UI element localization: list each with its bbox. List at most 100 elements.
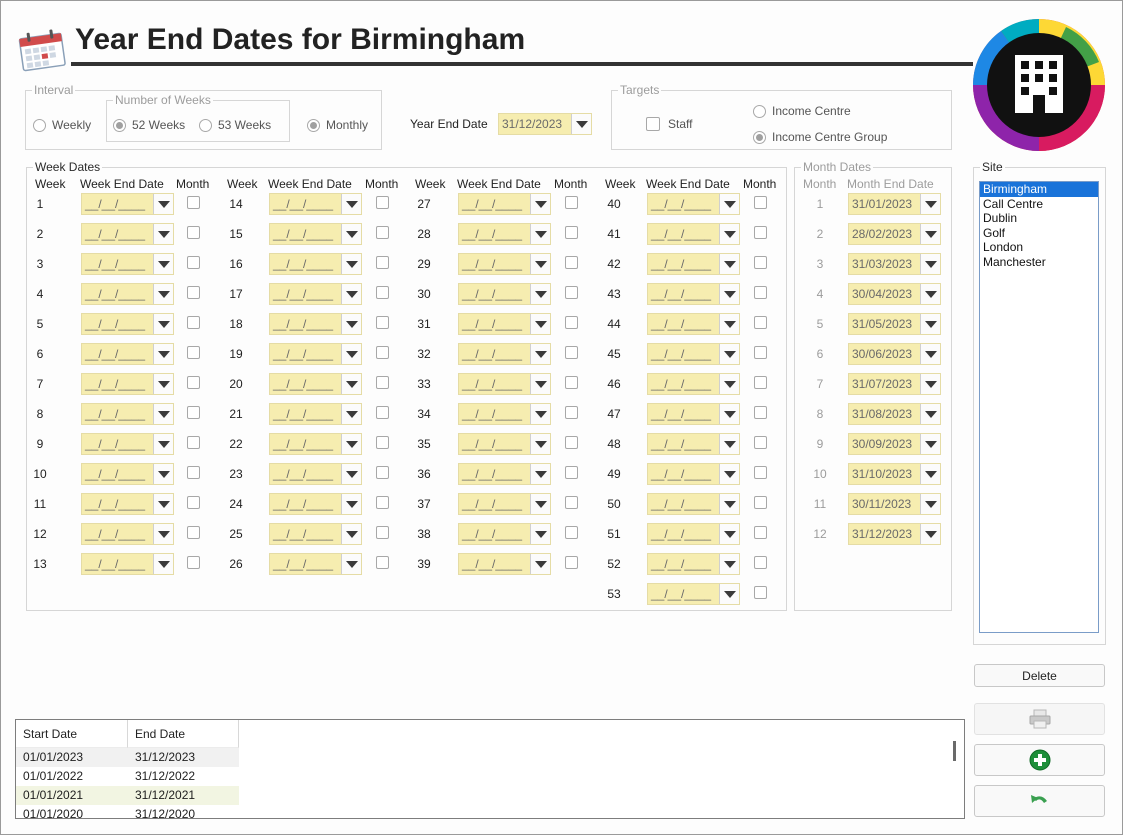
month-flag-checkbox[interactable] bbox=[565, 526, 578, 539]
week-end-date-picker[interactable]: __/__/____ bbox=[647, 523, 740, 545]
week-end-date-picker[interactable]: __/__/____ bbox=[269, 193, 362, 215]
month-end-date-picker[interactable]: 28/02/2023 bbox=[848, 223, 941, 245]
week-end-date-picker[interactable]: __/__/____ bbox=[81, 523, 174, 545]
week-end-date-dropdown[interactable] bbox=[153, 554, 173, 574]
month-flag-checkbox[interactable] bbox=[754, 196, 767, 209]
month-end-date-dropdown[interactable] bbox=[920, 374, 940, 394]
week-end-date-picker[interactable]: __/__/____ bbox=[269, 553, 362, 575]
week-end-date-value[interactable]: __/__/____ bbox=[459, 314, 530, 334]
week-end-date-dropdown[interactable] bbox=[341, 464, 361, 484]
month-end-date-dropdown[interactable] bbox=[920, 224, 940, 244]
month-flag-checkbox[interactable] bbox=[376, 196, 389, 209]
week-end-date-value[interactable]: __/__/____ bbox=[270, 224, 341, 244]
week-end-date-dropdown[interactable] bbox=[530, 374, 550, 394]
week-end-date-picker[interactable]: __/__/____ bbox=[269, 223, 362, 245]
week-end-date-dropdown[interactable] bbox=[719, 314, 739, 334]
week-end-date-value[interactable]: __/__/____ bbox=[270, 434, 341, 454]
week-end-date-picker[interactable]: __/__/____ bbox=[458, 343, 551, 365]
month-flag-checkbox[interactable] bbox=[754, 256, 767, 269]
table-row[interactable]: 01/01/2023 31/12/2023 bbox=[16, 748, 239, 767]
week-end-date-value[interactable]: __/__/____ bbox=[270, 254, 341, 274]
week-end-date-picker[interactable]: __/__/____ bbox=[269, 373, 362, 395]
month-flag-checkbox[interactable] bbox=[565, 436, 578, 449]
month-end-date-dropdown[interactable] bbox=[920, 494, 940, 514]
week-end-date-picker[interactable]: __/__/____ bbox=[647, 583, 740, 605]
month-end-date-value[interactable]: 31/12/2023 bbox=[849, 524, 920, 544]
week-end-date-picker[interactable]: __/__/____ bbox=[647, 193, 740, 215]
week-end-date-picker[interactable]: __/__/____ bbox=[269, 343, 362, 365]
week-end-date-dropdown[interactable] bbox=[719, 404, 739, 424]
table-scrollbar[interactable] bbox=[953, 741, 956, 761]
month-flag-checkbox[interactable] bbox=[754, 406, 767, 419]
month-end-date-dropdown[interactable] bbox=[920, 524, 940, 544]
week-end-date-dropdown[interactable] bbox=[153, 464, 173, 484]
week-end-date-picker[interactable]: __/__/____ bbox=[81, 463, 174, 485]
staff-checkbox[interactable]: Staff bbox=[646, 117, 692, 131]
table-row[interactable]: 01/01/2022 31/12/2022 bbox=[16, 767, 239, 786]
week-end-date-picker[interactable]: __/__/____ bbox=[81, 193, 174, 215]
month-flag-checkbox[interactable] bbox=[376, 496, 389, 509]
week-end-date-picker[interactable]: __/__/____ bbox=[81, 253, 174, 275]
week-end-date-dropdown[interactable] bbox=[341, 374, 361, 394]
month-end-date-dropdown[interactable] bbox=[920, 464, 940, 484]
week-end-date-value[interactable]: __/__/____ bbox=[82, 374, 153, 394]
week-end-date-value[interactable]: __/__/____ bbox=[459, 194, 530, 214]
week-end-date-dropdown[interactable] bbox=[530, 254, 550, 274]
week-end-date-picker[interactable]: __/__/____ bbox=[81, 433, 174, 455]
month-end-date-dropdown[interactable] bbox=[920, 434, 940, 454]
month-end-date-picker[interactable]: 30/04/2023 bbox=[848, 283, 941, 305]
week-end-date-dropdown[interactable] bbox=[530, 194, 550, 214]
week-end-date-picker[interactable]: __/__/____ bbox=[458, 253, 551, 275]
week-end-date-picker[interactable]: __/__/____ bbox=[458, 463, 551, 485]
month-end-date-value[interactable]: 30/09/2023 bbox=[849, 434, 920, 454]
staff-checkbox-box[interactable] bbox=[646, 117, 660, 131]
month-flag-checkbox[interactable] bbox=[187, 436, 200, 449]
week-end-date-picker[interactable]: __/__/____ bbox=[647, 283, 740, 305]
month-flag-checkbox[interactable] bbox=[376, 466, 389, 479]
week-end-date-value[interactable]: __/__/____ bbox=[270, 284, 341, 304]
week-end-date-picker[interactable]: __/__/____ bbox=[647, 493, 740, 515]
month-flag-checkbox[interactable] bbox=[754, 556, 767, 569]
week-end-date-value[interactable]: __/__/____ bbox=[270, 524, 341, 544]
week-end-date-value[interactable]: __/__/____ bbox=[459, 554, 530, 574]
week-end-date-value[interactable]: __/__/____ bbox=[648, 494, 719, 514]
week-end-date-dropdown[interactable] bbox=[153, 224, 173, 244]
week-end-date-dropdown[interactable] bbox=[719, 524, 739, 544]
week-end-date-value[interactable]: __/__/____ bbox=[82, 344, 153, 364]
week-end-date-picker[interactable]: __/__/____ bbox=[647, 253, 740, 275]
week-end-date-dropdown[interactable] bbox=[153, 284, 173, 304]
month-flag-checkbox[interactable] bbox=[187, 526, 200, 539]
month-flag-checkbox[interactable] bbox=[376, 406, 389, 419]
week-end-date-picker[interactable]: __/__/____ bbox=[81, 553, 174, 575]
week-end-date-value[interactable]: __/__/____ bbox=[270, 464, 341, 484]
week-end-date-dropdown[interactable] bbox=[153, 404, 173, 424]
week-end-date-value[interactable]: __/__/____ bbox=[459, 434, 530, 454]
month-flag-checkbox[interactable] bbox=[565, 226, 578, 239]
week-end-date-dropdown[interactable] bbox=[719, 374, 739, 394]
week-end-date-dropdown[interactable] bbox=[719, 554, 739, 574]
week-end-date-picker[interactable]: __/__/____ bbox=[458, 373, 551, 395]
week-end-date-value[interactable]: __/__/____ bbox=[648, 404, 719, 424]
week-end-date-dropdown[interactable] bbox=[341, 404, 361, 424]
undo-button[interactable] bbox=[974, 785, 1105, 817]
month-end-date-picker[interactable]: 30/06/2023 bbox=[848, 343, 941, 365]
week-end-date-value[interactable]: __/__/____ bbox=[459, 374, 530, 394]
month-end-date-value[interactable]: 31/08/2023 bbox=[849, 404, 920, 424]
income-centre-group-radio-dot[interactable] bbox=[753, 130, 766, 144]
week-end-date-value[interactable]: __/__/____ bbox=[648, 524, 719, 544]
site-list[interactable]: Birmingham Call Centre Dublin Golf Londo… bbox=[979, 181, 1099, 633]
income-centre-group-radio[interactable]: Income Centre Group bbox=[753, 130, 887, 144]
site-item-manchester[interactable]: Manchester bbox=[980, 255, 1098, 270]
month-flag-checkbox[interactable] bbox=[376, 556, 389, 569]
month-end-date-dropdown[interactable] bbox=[920, 254, 940, 274]
year-end-date-picker[interactable]: 31/12/2023 bbox=[498, 113, 592, 135]
week-end-date-picker[interactable]: __/__/____ bbox=[647, 463, 740, 485]
week-end-date-value[interactable]: __/__/____ bbox=[270, 374, 341, 394]
month-flag-checkbox[interactable] bbox=[187, 496, 200, 509]
week-end-date-value[interactable]: __/__/____ bbox=[82, 224, 153, 244]
month-flag-checkbox[interactable] bbox=[376, 256, 389, 269]
month-flag-checkbox[interactable] bbox=[187, 286, 200, 299]
month-flag-checkbox[interactable] bbox=[565, 556, 578, 569]
week-end-date-picker[interactable]: __/__/____ bbox=[458, 223, 551, 245]
month-end-date-value[interactable]: 31/07/2023 bbox=[849, 374, 920, 394]
